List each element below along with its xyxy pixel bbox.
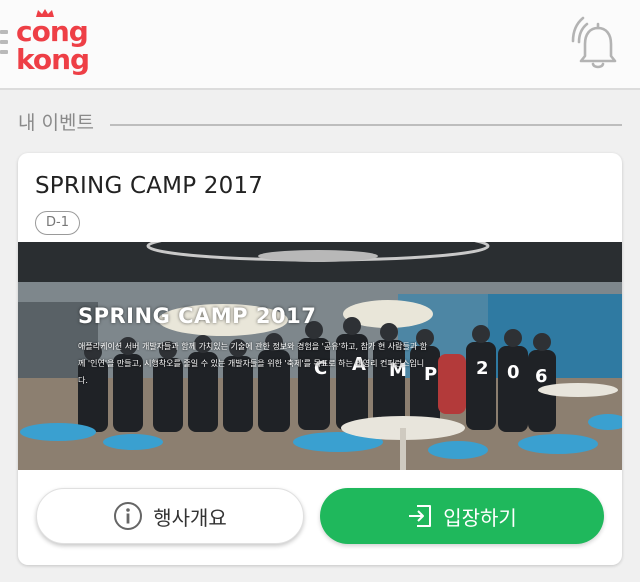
logo-text-bottom: kong: [16, 43, 90, 76]
login-icon: [407, 503, 433, 529]
event-info-button[interactable]: 행사개요: [36, 488, 304, 544]
image-description: 애플리케이션 서버 개발자들과 함께 가치있는 기술에 관한 정보와 경험을 '…: [78, 342, 428, 385]
enter-event-label: 입장하기: [443, 505, 517, 530]
bell-icon[interactable]: [568, 14, 622, 74]
svg-text:6: 6: [535, 366, 548, 387]
info-icon: [113, 501, 143, 531]
event-title: SPRING CAMP 2017: [35, 173, 264, 199]
menu-icon[interactable]: [0, 30, 10, 56]
event-card[interactable]: SPRING CAMP 2017 D-1 C A M P 2 0 6 SPRIN…: [18, 153, 622, 565]
logo[interactable]: cong kong: [16, 8, 94, 80]
logo-text-top: cong: [16, 15, 89, 48]
enter-event-button[interactable]: 입장하기: [320, 488, 604, 544]
svg-text:0: 0: [507, 362, 520, 383]
event-image[interactable]: CA MP 20 6 SPRING CAMP 2017 애플리케이션 서버 개발…: [18, 242, 622, 470]
app-header: cong kong: [0, 0, 640, 90]
svg-text:2: 2: [476, 358, 489, 379]
section-divider: [110, 124, 622, 126]
event-info-label: 행사개요: [153, 505, 227, 530]
image-title: SPRING CAMP 2017: [78, 304, 317, 328]
section-title: 내 이벤트: [18, 112, 94, 134]
dday-badge: D-1: [35, 211, 80, 235]
